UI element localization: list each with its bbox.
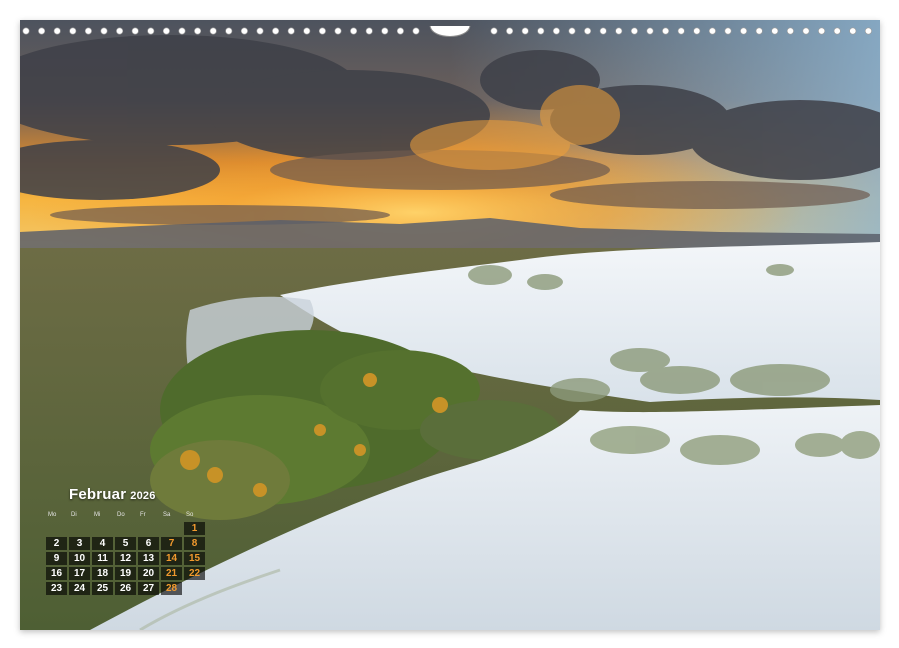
calendar-day: 16 [46, 567, 67, 580]
calendar-day: 11 [92, 552, 113, 565]
calendar-page: Februar 2026 Mo Di Mi Do Fr Sa So 1 2 3 4 5 6 7 8 9 10 11 1… [20, 20, 880, 630]
calendar-day: 21 [161, 567, 182, 580]
calendar-empty-cell [46, 522, 67, 535]
calendar-day: 17 [69, 567, 90, 580]
month-name: Februar [69, 486, 127, 503]
month-title: Februar 2026 [69, 486, 206, 503]
calendar-empty-cell [138, 522, 159, 535]
calendar-empty-cell [184, 582, 205, 595]
weekday-label: Fr [140, 512, 146, 518]
weekday-label: So [186, 512, 194, 518]
calendar-day: 14 [161, 552, 182, 565]
calendar-day: 5 [115, 537, 136, 550]
calendar-day: 24 [69, 582, 90, 595]
calendar-day: 26 [115, 582, 136, 595]
weekday-label: Mo [48, 512, 57, 518]
calendar-empty-cell [115, 522, 136, 535]
calendar-day: 12 [115, 552, 136, 565]
calendar-day: 19 [115, 567, 136, 580]
calendar-day: 1 [184, 522, 205, 535]
calendar-day: 28 [161, 582, 182, 595]
calendar-empty-cell [161, 522, 182, 535]
calendar-day: 3 [69, 537, 90, 550]
month-year: 2026 [130, 490, 156, 502]
weekday-label: Do [117, 512, 125, 518]
calendar-day: 13 [138, 552, 159, 565]
calendar-day: 2 [46, 537, 67, 550]
calendar-day: 18 [92, 567, 113, 580]
calendar-day: 6 [138, 537, 159, 550]
weekday-label: Di [71, 512, 77, 518]
calendar-day: 22 [184, 567, 205, 580]
calendar-grid: Mo Di Mi Do Fr Sa So 1 2 3 4 5 6 7 8 9 10 11 12 13 14 15 16 17 1… [46, 509, 206, 598]
calendar-day: 7 [161, 537, 182, 550]
calendar-empty-cell [69, 522, 90, 535]
weekday-label: Mi [94, 512, 101, 518]
calendar-day: 15 [184, 552, 205, 565]
calendar-day: 10 [69, 552, 90, 565]
calendar-empty-cell [92, 522, 113, 535]
calendar-day: 23 [46, 582, 67, 595]
calendar-day: 9 [46, 552, 67, 565]
calendar-day: 20 [138, 567, 159, 580]
calendar-month: Februar 2026 Mo Di Mi Do Fr Sa So 1 2 3 4 5 6 7 8 9 10 11 1… [46, 486, 206, 598]
calendar-day: 4 [92, 537, 113, 550]
weekday-label: Sa [163, 512, 171, 518]
calendar-day: 25 [92, 582, 113, 595]
calendar-day: 8 [184, 537, 205, 550]
calendar-day: 27 [138, 582, 159, 595]
